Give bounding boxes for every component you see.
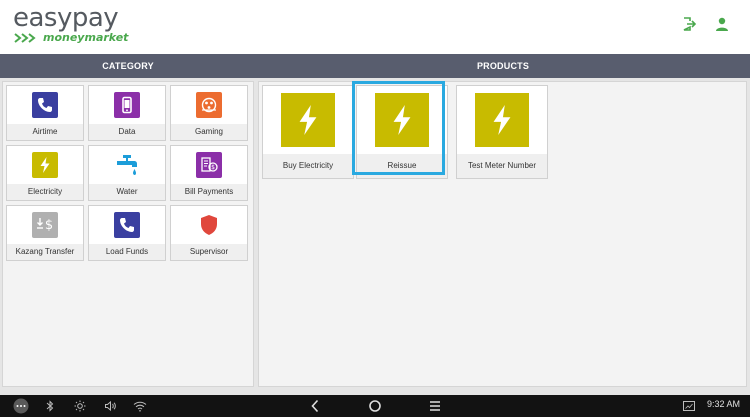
svg-text:$: $: [211, 164, 215, 171]
back-icon[interactable]: [307, 398, 323, 414]
easypay-logo: easypay moneymarket: [13, 3, 128, 44]
transfer-icon: $: [32, 212, 58, 238]
category-tile-supervisor[interactable]: Supervisor: [170, 205, 248, 261]
logo-sub: moneymarket: [14, 31, 128, 44]
clock-time: 9:32 AM: [706, 399, 740, 409]
lightning-icon: [475, 93, 529, 147]
user-icon[interactable]: [714, 16, 730, 32]
tap-icon: [114, 152, 140, 178]
category-label: Data: [118, 126, 136, 136]
lottery-icon: [196, 92, 222, 118]
logo-main-text: easypay: [13, 3, 119, 33]
category-label: Kazang Transfer: [15, 246, 75, 256]
mobile-icon: [114, 92, 140, 118]
bluetooth-icon[interactable]: [42, 398, 58, 414]
app-header: easypay moneymarket: [0, 0, 750, 54]
system-nav-bar: 9:32 AM: [0, 395, 750, 417]
category-header: CATEGORY: [0, 54, 256, 78]
recents-icon[interactable]: [427, 398, 443, 414]
shield-icon: [196, 212, 222, 238]
volume-icon[interactable]: [102, 398, 118, 414]
product-label: Test Meter Number: [467, 160, 537, 170]
bill-icon: $: [196, 152, 222, 178]
brightness-icon[interactable]: [72, 398, 88, 414]
category-label: Airtime: [32, 126, 58, 136]
products-header: PRODUCTS: [256, 54, 750, 78]
home-icon[interactable]: [366, 398, 384, 414]
phone-icon: [32, 92, 58, 118]
phone-icon: [114, 212, 140, 238]
lightning-icon: [32, 152, 58, 178]
category-label: Bill Payments: [184, 186, 234, 196]
category-label: Water: [116, 186, 138, 196]
wifi-icon[interactable]: [132, 398, 148, 414]
product-label: Reissue: [387, 160, 417, 170]
category-tile-load-funds[interactable]: Load Funds: [88, 205, 166, 261]
more-icon[interactable]: [10, 398, 32, 414]
screenshot-icon[interactable]: [682, 398, 696, 414]
category-tile-data[interactable]: Data: [88, 85, 166, 141]
logout-icon[interactable]: [681, 16, 697, 32]
product-label: Buy Electricity: [282, 160, 334, 170]
category-label: Supervisor: [189, 246, 229, 256]
category-label: Electricity: [27, 186, 63, 196]
category-label: Gaming: [194, 126, 223, 136]
category-tile-gaming[interactable]: Gaming: [170, 85, 248, 141]
chevrons-icon: [14, 32, 40, 43]
product-tile-test-meter-number[interactable]: Test Meter Number: [456, 85, 548, 179]
category-tile-kazang-transfer[interactable]: $ Kazang Transfer: [6, 205, 84, 261]
category-tile-electricity[interactable]: Electricity: [6, 145, 84, 201]
logo-sub-text: moneymarket: [43, 31, 129, 44]
svg-text:$: $: [45, 218, 53, 233]
lightning-icon: [281, 93, 335, 147]
product-tile-buy-electricity[interactable]: Buy Electricity: [262, 85, 354, 179]
lightning-icon: [375, 93, 429, 147]
category-label: Load Funds: [105, 246, 149, 256]
category-tile-bill-payments[interactable]: $ Bill Payments: [170, 145, 248, 201]
category-tile-airtime[interactable]: Airtime: [6, 85, 84, 141]
product-tile-reissue[interactable]: Reissue: [356, 85, 448, 179]
category-tile-water[interactable]: Water: [88, 145, 166, 201]
